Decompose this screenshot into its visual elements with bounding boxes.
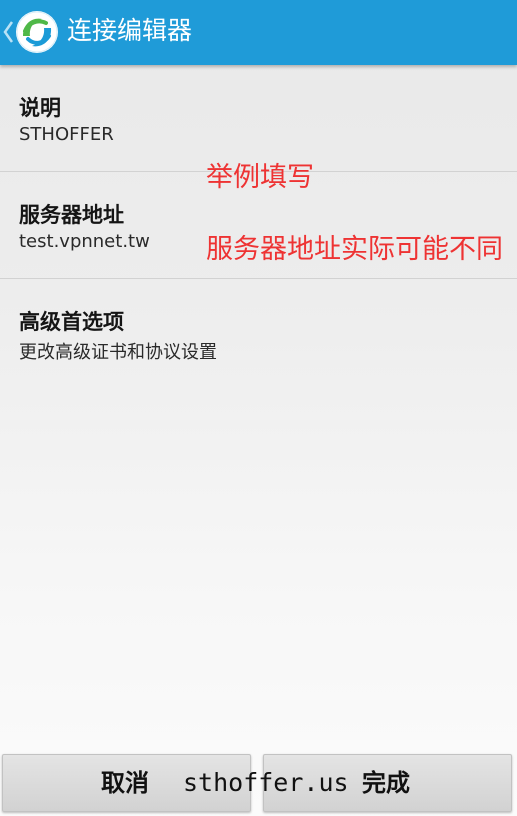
cancel-button-label: 取消 (101, 769, 149, 797)
annotation-server-address: 服务器地址实际可能不同 (206, 234, 503, 265)
server-address-value: test.vpnnet.tw (19, 231, 150, 252)
advanced-preferences-value: 更改高级证书和协议设置 (19, 342, 217, 363)
server-address-title: 服务器地址 (19, 203, 124, 227)
anyconnect-logo-icon (16, 11, 58, 53)
chevron-left-icon[interactable] (2, 18, 14, 46)
app-bar: 连接编辑器 (0, 0, 517, 65)
description-value: STHOFFER (19, 124, 114, 145)
page-title: 连接编辑器 (67, 16, 193, 45)
watermark-text: sthoffer.us (183, 768, 349, 797)
advanced-preferences-title: 高级首选项 (19, 310, 124, 334)
setting-item-description[interactable]: 说明 STHOFFER (0, 66, 517, 171)
done-button-label: 完成 (362, 769, 410, 797)
annotation-example: 举例填写 (206, 162, 314, 193)
setting-item-advanced-preferences[interactable]: 高级首选项 更改高级证书和协议设置 (0, 279, 517, 379)
description-title: 说明 (19, 96, 61, 120)
